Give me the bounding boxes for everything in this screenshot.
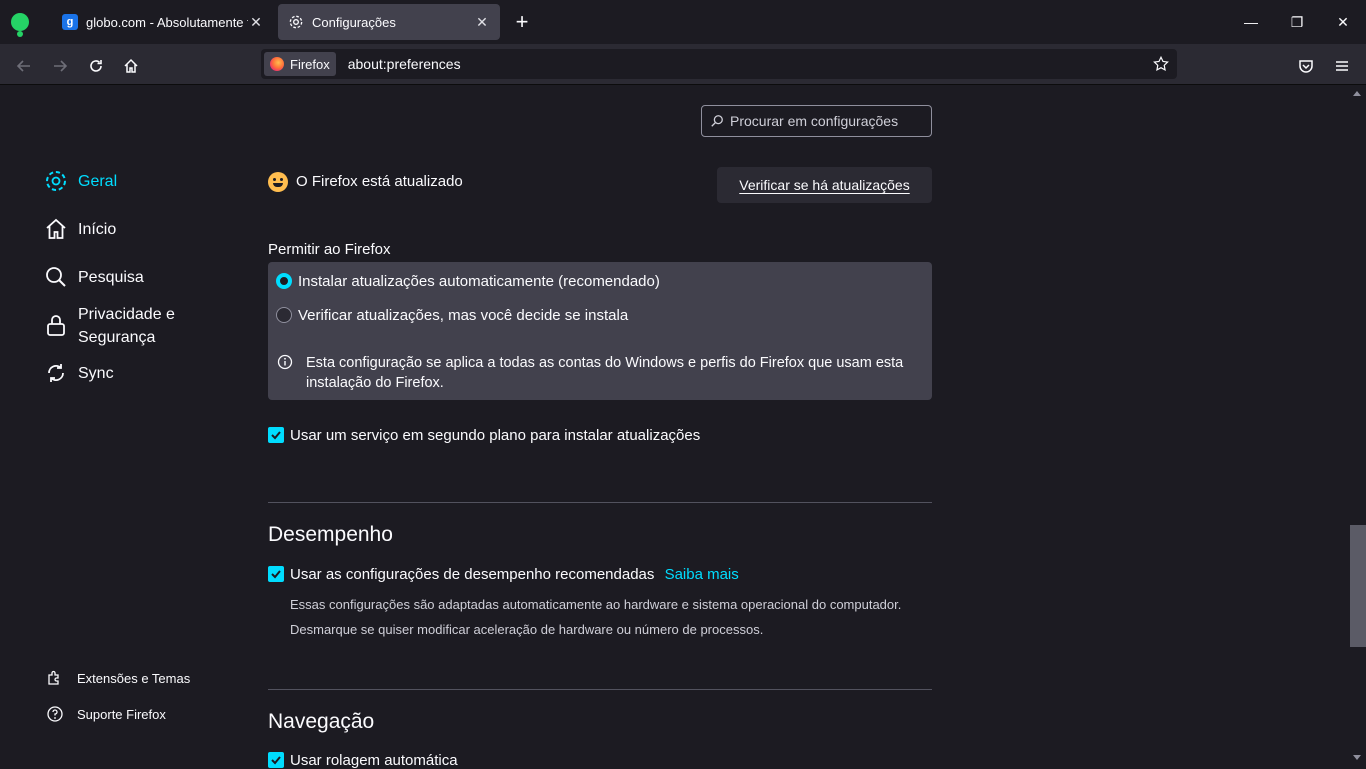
nav-item-label: Pesquisa: [78, 269, 144, 286]
pocket-icon: [1299, 60, 1313, 73]
scrollbar-thumb[interactable]: [1350, 525, 1366, 647]
home-icon: [124, 58, 138, 73]
reload-icon: [90, 60, 102, 72]
check-only-label[interactable]: Verificar atualizações, mas você decide …: [298, 307, 628, 324]
info-text: Esta configuração se aplica a todas as c…: [306, 355, 904, 391]
update-options-panel: Instalar atualizações automaticamente (r…: [268, 262, 932, 400]
recommended-performance-label: Usar as configurações de desempenho reco…: [290, 566, 739, 583]
tab-title: Configurações: [312, 14, 396, 30]
close-tab-icon[interactable]: ✕: [474, 14, 490, 31]
update-status-text: O Firefox está atualizado: [296, 173, 463, 190]
minimize-button[interactable]: —: [1228, 0, 1274, 44]
nav-item-label: Início: [78, 221, 117, 238]
preferences-page: Procurar em configurações Geral Início P…: [0, 85, 1366, 769]
search-settings-input[interactable]: Procurar em configurações: [701, 105, 932, 137]
scroll-down-arrow-icon[interactable]: [1353, 755, 1361, 760]
help-icon: [47, 706, 63, 722]
back-button[interactable]: [10, 52, 38, 80]
tab-globo[interactable]: g globo.com - Absolutamente tudo ✕: [52, 4, 274, 40]
restore-button[interactable]: ❐: [1274, 0, 1320, 44]
home-button[interactable]: [117, 52, 145, 80]
navigation-toolbar: Firefox about:preferences: [0, 44, 1366, 85]
checkmark-icon: [271, 756, 281, 765]
nav-item-label: Privacidade e Segurança: [78, 306, 175, 346]
search-icon: [46, 267, 66, 287]
checkmark-icon: [271, 570, 281, 579]
nav-item-privacy[interactable]: Privacidade e Segurança: [44, 303, 188, 349]
nav-extensions-themes[interactable]: Extensões e Temas: [46, 669, 190, 687]
identity-label: Firefox: [290, 56, 330, 72]
info-icon: [277, 354, 293, 370]
puzzle-icon: [48, 670, 59, 685]
nav-support[interactable]: Suporte Firefox: [46, 705, 166, 723]
gear-icon: [46, 171, 66, 191]
nav-item-sync[interactable]: Sync: [44, 361, 114, 385]
star-bookmark-icon[interactable]: [1152, 55, 1170, 73]
background-service-label[interactable]: Usar um serviço em segundo plano para in…: [290, 427, 700, 444]
radio-auto-install[interactable]: [276, 273, 292, 289]
nav-item-search[interactable]: Pesquisa: [44, 265, 144, 289]
globo-favicon-icon: g: [62, 14, 78, 30]
tab-strip: g globo.com - Absolutamente tudo ✕ Confi…: [0, 0, 1366, 44]
nav-item-general[interactable]: Geral: [44, 169, 117, 193]
nav-item-label: Sync: [78, 365, 114, 382]
auto-install-label[interactable]: Instalar atualizações automaticamente (r…: [298, 273, 660, 290]
recommended-performance-text[interactable]: Usar as configurações de desempenho reco…: [290, 566, 654, 583]
navigation-heading: Navegação: [268, 710, 375, 733]
checkbox-recommended-performance[interactable]: [268, 566, 284, 582]
reload-button[interactable]: [82, 52, 110, 80]
footer-link-label: Extensões e Temas: [77, 670, 191, 686]
checkbox-autoscroll[interactable]: [268, 752, 284, 768]
autoscroll-label[interactable]: Usar rolagem automática: [290, 752, 458, 769]
whatsapp-icon[interactable]: [11, 13, 29, 31]
sync-icon: [48, 364, 64, 382]
nav-item-home[interactable]: Início: [44, 217, 116, 241]
radio-check-only[interactable]: [276, 307, 292, 323]
check-updates-label: Verificar se há atualizações: [739, 177, 910, 193]
scrollbar-track[interactable]: [1349, 85, 1366, 768]
pocket-button[interactable]: [1292, 52, 1320, 80]
checkbox-background-service[interactable]: [268, 427, 284, 443]
identity-box[interactable]: Firefox: [264, 52, 336, 76]
search-placeholder: Procurar em configurações: [730, 113, 899, 129]
forward-arrow-icon: [54, 60, 68, 72]
section-divider: [268, 502, 932, 503]
close-tab-icon[interactable]: ✕: [248, 14, 264, 31]
forward-button[interactable]: [46, 52, 74, 80]
url-text[interactable]: about:preferences: [348, 56, 461, 72]
url-bar[interactable]: Firefox about:preferences: [261, 49, 1177, 79]
back-arrow-icon: [16, 60, 30, 72]
check-updates-button[interactable]: Verificar se há atualizações: [717, 167, 932, 203]
tab-settings[interactable]: Configurações ✕: [278, 4, 500, 40]
learn-more-link[interactable]: Saiba mais: [665, 566, 739, 583]
footer-link-label: Suporte Firefox: [77, 706, 166, 722]
firefox-logo-icon: [270, 57, 284, 71]
lock-icon: [47, 315, 65, 336]
gear-icon: [289, 15, 303, 29]
smiley-icon: [268, 172, 288, 192]
section-divider: [268, 689, 932, 690]
allow-firefox-label: Permitir ao Firefox: [268, 241, 391, 258]
checkmark-icon: [271, 431, 281, 440]
performance-description-2: Desmarque se quiser modificar aceleração…: [290, 622, 764, 637]
performance-description-1: Essas configurações são adaptadas automa…: [290, 597, 902, 612]
app-menu-button[interactable]: [1328, 52, 1356, 80]
nav-item-label: Geral: [78, 173, 118, 190]
new-tab-button[interactable]: +: [510, 10, 534, 34]
whatsapp-badge: [17, 31, 23, 37]
tab-title: globo.com - Absolutamente tudo: [86, 14, 248, 30]
performance-heading: Desempenho: [268, 523, 393, 546]
scroll-up-arrow-icon[interactable]: [1353, 91, 1361, 96]
search-icon: [711, 115, 723, 127]
hamburger-menu-icon: [1336, 61, 1348, 71]
home-icon: [46, 218, 66, 239]
close-window-button[interactable]: ✕: [1320, 0, 1366, 44]
